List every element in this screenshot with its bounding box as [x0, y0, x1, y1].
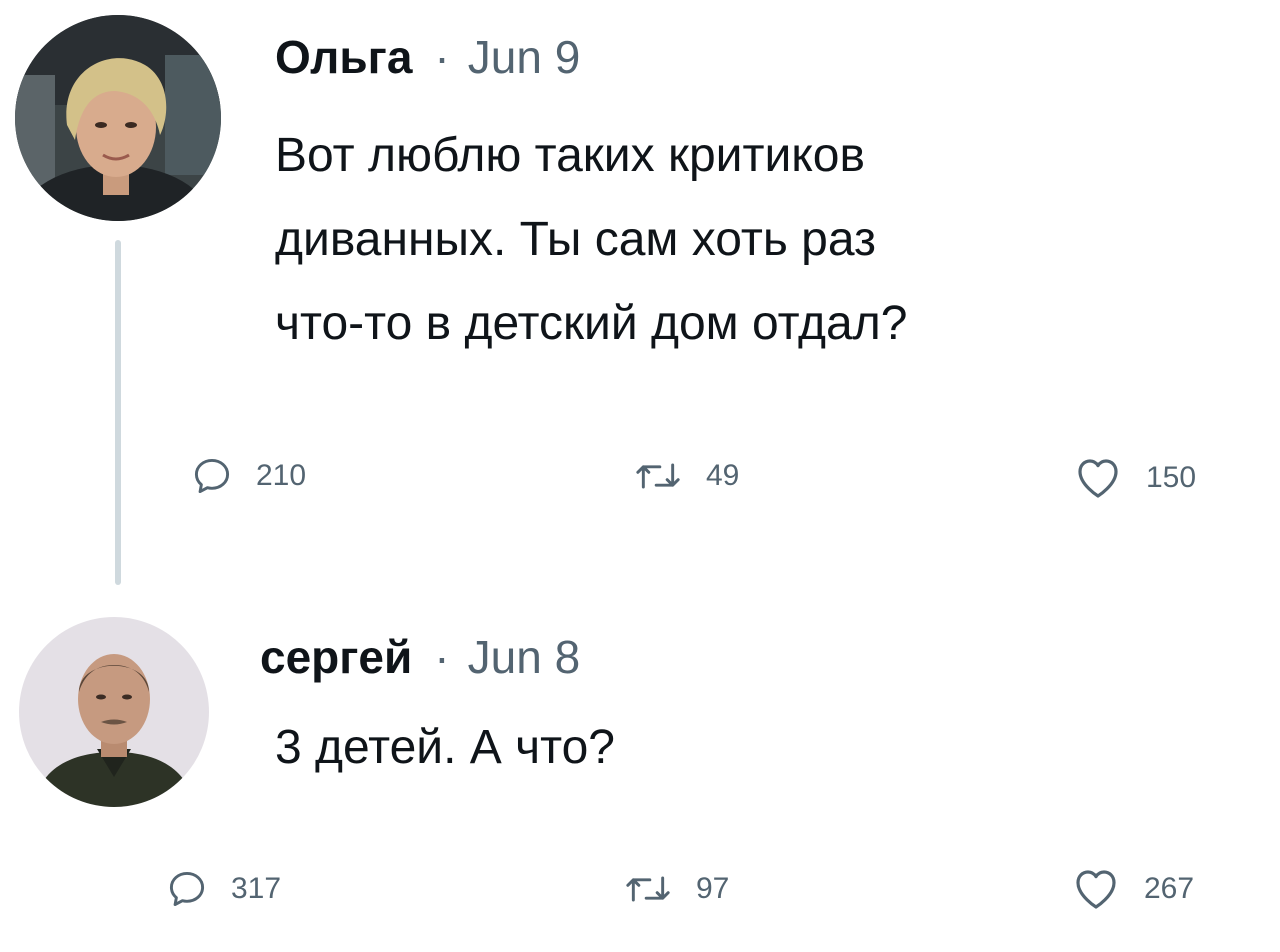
retweet-count: 97	[696, 872, 730, 905]
retweet-button[interactable]: 49	[632, 454, 739, 498]
retweet-button[interactable]: 97	[622, 867, 729, 911]
avatar-photo-olga	[15, 15, 221, 221]
reply-count: 210	[256, 459, 307, 492]
retweet-icon	[626, 876, 670, 902]
separator: ·	[434, 631, 450, 683]
avatar-photo-sergey	[19, 617, 209, 807]
retweet-count: 49	[706, 459, 740, 492]
like-button[interactable]: 267	[1070, 865, 1194, 913]
avatar[interactable]	[19, 617, 209, 807]
tweet-text: 3 детей. А что?	[275, 721, 615, 774]
reply-icon	[194, 458, 230, 494]
like-count: 150	[1146, 461, 1197, 494]
separator: ·	[434, 31, 450, 83]
reply-button[interactable]: 317	[165, 867, 281, 911]
heart-icon	[1076, 870, 1116, 909]
author-name[interactable]: Ольга	[275, 30, 412, 84]
tweet-text: Вот люблю таких критиков диванных. Ты са…	[275, 129, 908, 350]
tweet-date[interactable]: Jun 8	[468, 630, 581, 684]
thread-line	[115, 240, 121, 585]
like-count: 267	[1144, 872, 1195, 905]
tweet-date[interactable]: Jun 9	[468, 30, 581, 84]
retweet-icon	[636, 463, 680, 489]
reply-icon	[169, 871, 205, 907]
reply-button[interactable]: 210	[190, 454, 306, 498]
heart-icon	[1078, 459, 1118, 498]
like-button[interactable]: 150	[1072, 454, 1196, 502]
reply-count: 317	[231, 872, 282, 905]
tweet-header: Ольга · Jun 9	[275, 30, 580, 84]
avatar[interactable]	[15, 15, 221, 221]
author-name[interactable]: сергей	[260, 630, 412, 684]
tweet-header: сергей · Jun 8	[260, 630, 580, 684]
